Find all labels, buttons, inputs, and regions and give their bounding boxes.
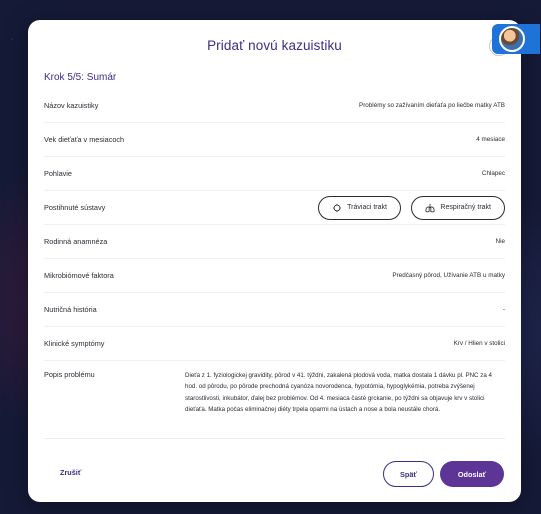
modal-title: Pridať novú kazuistiku [207, 38, 342, 53]
system-pill-respiratory: Respiračný trakt [411, 195, 505, 220]
summary-row-microbiome: Mikrobiómové faktora Predčasný pôrod, Už… [44, 259, 505, 293]
family-label: Rodinná anamnéza [44, 237, 108, 246]
summary-row-nutrition: Nutričná história - [44, 293, 505, 327]
submit-button[interactable]: Odoslať [440, 461, 504, 487]
stomach-icon [332, 203, 342, 212]
summary-row-family: Rodinná anamnéza Nie [44, 225, 505, 259]
summary-row-description: Popis problému Dieťa z 1. fyziologickej … [44, 363, 505, 439]
name-value: Problémy so zažívaním dieťaťa po liečbe … [359, 102, 505, 109]
systems-pills: Tráviaci trakt Respiračný trakt [312, 195, 505, 220]
summary-row-name: Názov kazuistiky Problémy so zažívaním d… [44, 89, 505, 123]
back-button[interactable]: Späť [383, 461, 434, 487]
step-title: Krok 5/5: Sumár [44, 72, 117, 83]
gender-value: Chlapec [481, 170, 505, 177]
description-label: Popis problému [44, 370, 95, 379]
description-value: Dieťa z 1. fyziologickej gravidity, pôro… [185, 372, 492, 413]
nutrition-value: - [502, 306, 505, 313]
lungs-icon [425, 203, 436, 212]
microbiome-value: Predčasný pôrod, Užívanie ATB u matky [392, 272, 505, 279]
summary-row-gender: Pohlavie Chlapec [44, 157, 505, 191]
cancel-button[interactable]: Zrušiť [60, 468, 81, 477]
summary-row-systems: Postihnuté sústavy Tráviaci trakt Respir… [44, 191, 505, 225]
summary-row-age: Vek dieťaťa v mesiacoch 4 mesiace [44, 123, 505, 157]
system-pill-digestive: Tráviaci trakt [318, 195, 401, 220]
name-label: Názov kazuistiky [44, 101, 99, 110]
gender-label: Pohlavie [44, 169, 72, 178]
family-value: Nie [495, 238, 505, 245]
user-avatar-badge[interactable] [492, 24, 540, 54]
age-value: 4 mesiace [476, 136, 505, 143]
age-label: Vek dieťaťa v mesiacoch [44, 135, 125, 144]
systems-label: Postihnuté sústavy [44, 203, 106, 212]
summary-row-symptoms: Klinické symptómy Krv / Hlien v stolici [44, 327, 505, 361]
microbiome-label: Mikrobiómové faktora [44, 271, 114, 280]
nutrition-label: Nutričná história [44, 305, 97, 314]
symptoms-label: Klinické symptómy [44, 339, 105, 348]
add-case-modal: Pridať novú kazuistiku × Krok 5/5: Sumár… [28, 20, 521, 502]
symptoms-value: Krv / Hlien v stolici [453, 340, 505, 347]
system-pill-respiratory-label: Respiračný trakt [440, 204, 491, 211]
background-ghost-text: · [10, 30, 15, 46]
system-pill-digestive-label: Tráviaci trakt [347, 204, 387, 211]
avatar [499, 26, 525, 52]
